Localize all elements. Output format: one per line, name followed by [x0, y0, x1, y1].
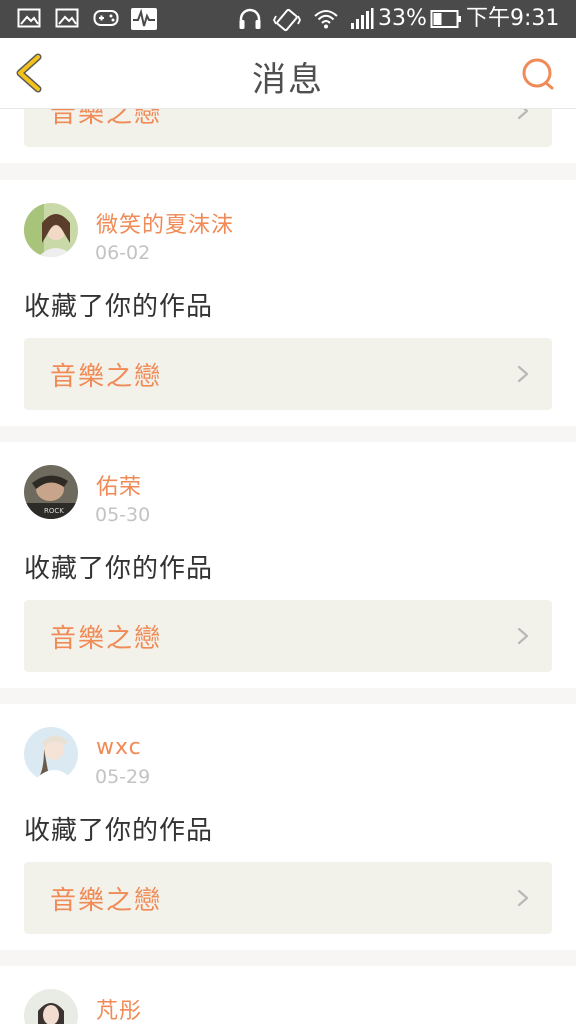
message-card: wxc 05-29 收藏了你的作品 音樂之戀	[0, 704, 576, 950]
page-title: 消息	[252, 60, 324, 100]
message-card: ROCK 佑荣 05-30 收藏了你的作品 音樂之戀	[0, 442, 576, 688]
work-link[interactable]: 音樂之戀	[24, 600, 552, 672]
status-bar: 33% 下午9:31	[0, 0, 576, 38]
message-list: 音樂之戀 微笑的夏沫沫 06-02 收藏了你的作品 音樂之戀 ROCK 佑荣 0…	[0, 0, 576, 1024]
gamepad-icon	[93, 10, 119, 26]
avatar[interactable]	[24, 727, 78, 781]
work-title: 音樂之戀	[50, 624, 163, 654]
headphones-icon	[239, 8, 261, 29]
action-text: 收藏了你的作品	[24, 816, 214, 846]
username[interactable]: 芃彤	[96, 993, 142, 1024]
chevron-right-icon	[517, 889, 529, 907]
wifi-icon	[314, 10, 338, 29]
chevron-right-icon	[517, 365, 529, 383]
work-title: 音樂之戀	[50, 362, 163, 392]
username[interactable]: 微笑的夏沫沫	[96, 207, 234, 239]
username[interactable]: wxc	[96, 735, 142, 760]
work-link[interactable]: 音樂之戀	[24, 862, 552, 934]
battery-icon	[430, 10, 461, 28]
message-card: 微笑的夏沫沫 06-02 收藏了你的作品 音樂之戀	[0, 180, 576, 426]
clock: 下午9:31	[466, 6, 560, 31]
work-link[interactable]: 音樂之戀	[24, 338, 552, 410]
vibrate-icon	[273, 8, 301, 32]
svg-text:ROCK: ROCK	[44, 507, 64, 515]
avatar[interactable]	[24, 203, 78, 257]
chevron-right-icon	[517, 627, 529, 645]
avatar[interactable]: ROCK	[24, 465, 78, 519]
action-text: 收藏了你的作品	[24, 554, 214, 584]
action-text: 收藏了你的作品	[24, 292, 214, 322]
username[interactable]: 佑荣	[96, 469, 142, 501]
signal-icon	[351, 8, 374, 29]
message-date: 06-02	[95, 242, 151, 264]
nav-bar: 消息	[0, 38, 576, 109]
message-date: 05-29	[95, 766, 151, 788]
gallery-icon	[17, 8, 41, 28]
activity-icon	[131, 8, 157, 30]
message-date: 05-30	[95, 504, 151, 526]
search-icon[interactable]	[520, 56, 556, 92]
gallery-icon	[55, 8, 79, 28]
avatar[interactable]	[24, 989, 78, 1024]
battery-percent: 33%	[378, 6, 427, 31]
work-title: 音樂之戀	[50, 886, 163, 916]
message-card: 芃彤	[0, 966, 576, 1024]
